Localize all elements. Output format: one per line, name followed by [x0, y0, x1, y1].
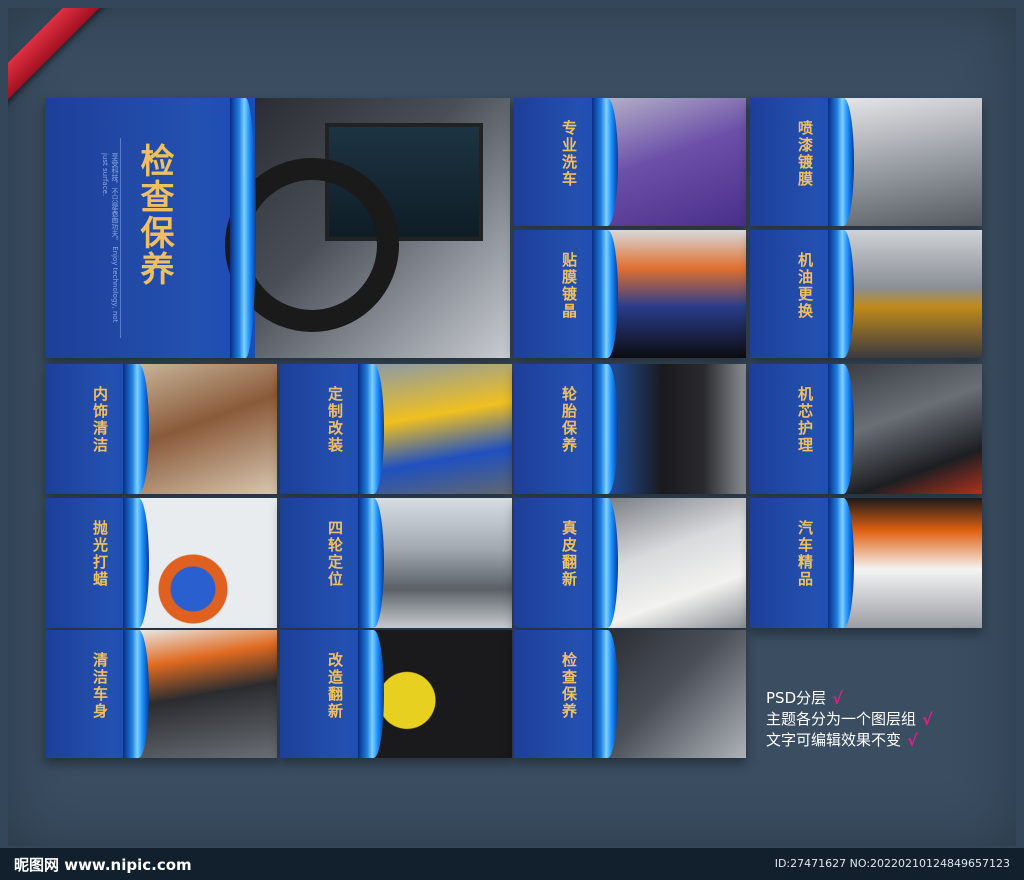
card-title: 机芯护理 [796, 386, 814, 454]
note-item: 主题各分为一个图层组 √ [766, 709, 933, 730]
divider-line [120, 138, 121, 338]
card-accessories: 汽车精品 [750, 498, 982, 628]
photo-oil [842, 230, 982, 358]
photo-dashboard [137, 630, 277, 758]
swoosh-decoration [358, 630, 384, 758]
card-film: 贴膜镀晶 [514, 230, 746, 358]
photo-interior [137, 364, 277, 494]
swoosh-decoration [123, 498, 149, 628]
swoosh-decoration [592, 364, 618, 494]
site-logo[interactable]: 昵图网 www.nipic.com [14, 854, 192, 875]
swoosh-decoration [592, 98, 618, 226]
photo-film [606, 230, 746, 358]
card-oil: 机油更换 [750, 230, 982, 358]
note-item: 文字可编辑效果不变 √ [766, 730, 933, 751]
swoosh-decoration [592, 230, 618, 358]
card-main: 享受科技，不只是表面功夫。 Enjoy technology, not just… [45, 98, 510, 358]
swoosh-decoration [358, 364, 384, 494]
card-title: 机油更换 [796, 252, 814, 320]
swoosh-decoration [123, 630, 149, 758]
swoosh-decoration [828, 364, 854, 494]
check-icon: √ [922, 710, 933, 729]
note-text: 主题各分为一个图层组 [766, 710, 917, 728]
photo-tire [606, 364, 746, 494]
card-title: 检查保养 [134, 143, 174, 287]
note-text: PSD分层 [766, 689, 827, 707]
card-title: 清洁车身 [91, 652, 109, 720]
check-icon: √ [832, 689, 843, 708]
swoosh-decoration [828, 230, 854, 358]
card-alignment: 四轮定位 [280, 498, 512, 628]
swoosh-decoration [828, 498, 854, 628]
card-title: 改造翻新 [326, 652, 344, 720]
card-tire: 轮胎保养 [514, 364, 746, 494]
card-title: 内饰清洁 [91, 386, 109, 454]
card-title: 定制改装 [326, 386, 344, 454]
note-text: 文字可编辑效果不变 [766, 731, 902, 749]
card-custom: 定制改装 [280, 364, 512, 494]
card-subtitle: 享受科技，不只是表面功夫。 Enjoy technology, not just… [101, 153, 119, 323]
photo-laptop [225, 98, 510, 358]
photo-buffer [372, 630, 512, 758]
card-title: 四轮定位 [326, 520, 344, 588]
card-wash: 专业洗车 [514, 98, 746, 226]
photo-laptop-small [606, 630, 746, 758]
card-title: 专业洗车 [560, 120, 578, 188]
swoosh-decoration [123, 364, 149, 494]
card-interior: 内饰清洁 [45, 364, 277, 494]
photo-shop [842, 498, 982, 628]
card-title: 汽车精品 [796, 520, 814, 588]
card-inspect: 检查保养 [514, 630, 746, 758]
image-id: ID:27471627 NO:20220210124849657123 [774, 857, 1010, 870]
card-polish: 抛光打蜡 [45, 498, 277, 628]
swoosh-decoration [358, 498, 384, 628]
swoosh-decoration [828, 98, 854, 226]
card-title: 真皮翻新 [560, 520, 578, 588]
photo-garage [372, 498, 512, 628]
card-body-clean: 清洁车身 [45, 630, 277, 758]
card-leather: 真皮翻新 [514, 498, 746, 628]
swoosh-decoration [592, 630, 618, 758]
card-title: 检查保养 [560, 652, 578, 720]
card-renovate: 改造翻新 [280, 630, 512, 758]
card-title: 喷漆镀膜 [796, 120, 814, 188]
photo-racecar [372, 364, 512, 494]
card-title: 贴膜镀晶 [560, 252, 578, 320]
canvas-frame: 享受科技，不只是表面功夫。 Enjoy technology, not just… [8, 8, 1016, 846]
card-paint: 喷漆镀膜 [750, 98, 982, 226]
footer-bar: 昵图网 www.nipic.com ID:27471627 NO:2022021… [0, 848, 1024, 880]
swoosh-decoration [592, 498, 618, 628]
photo-polish [137, 498, 277, 628]
note-item: PSD分层 √ [766, 688, 933, 709]
card-title: 抛光打蜡 [91, 520, 109, 588]
check-icon: √ [907, 731, 918, 750]
photo-paint [842, 98, 982, 226]
swoosh-decoration [230, 98, 256, 358]
photo-leather [606, 498, 746, 628]
photo-wash [606, 98, 746, 226]
card-engine: 机芯护理 [750, 364, 982, 494]
photo-engine [842, 364, 982, 494]
notes-list: PSD分层 √ 主题各分为一个图层组 √ 文字可编辑效果不变 √ [766, 688, 933, 751]
card-title: 轮胎保养 [560, 386, 578, 454]
